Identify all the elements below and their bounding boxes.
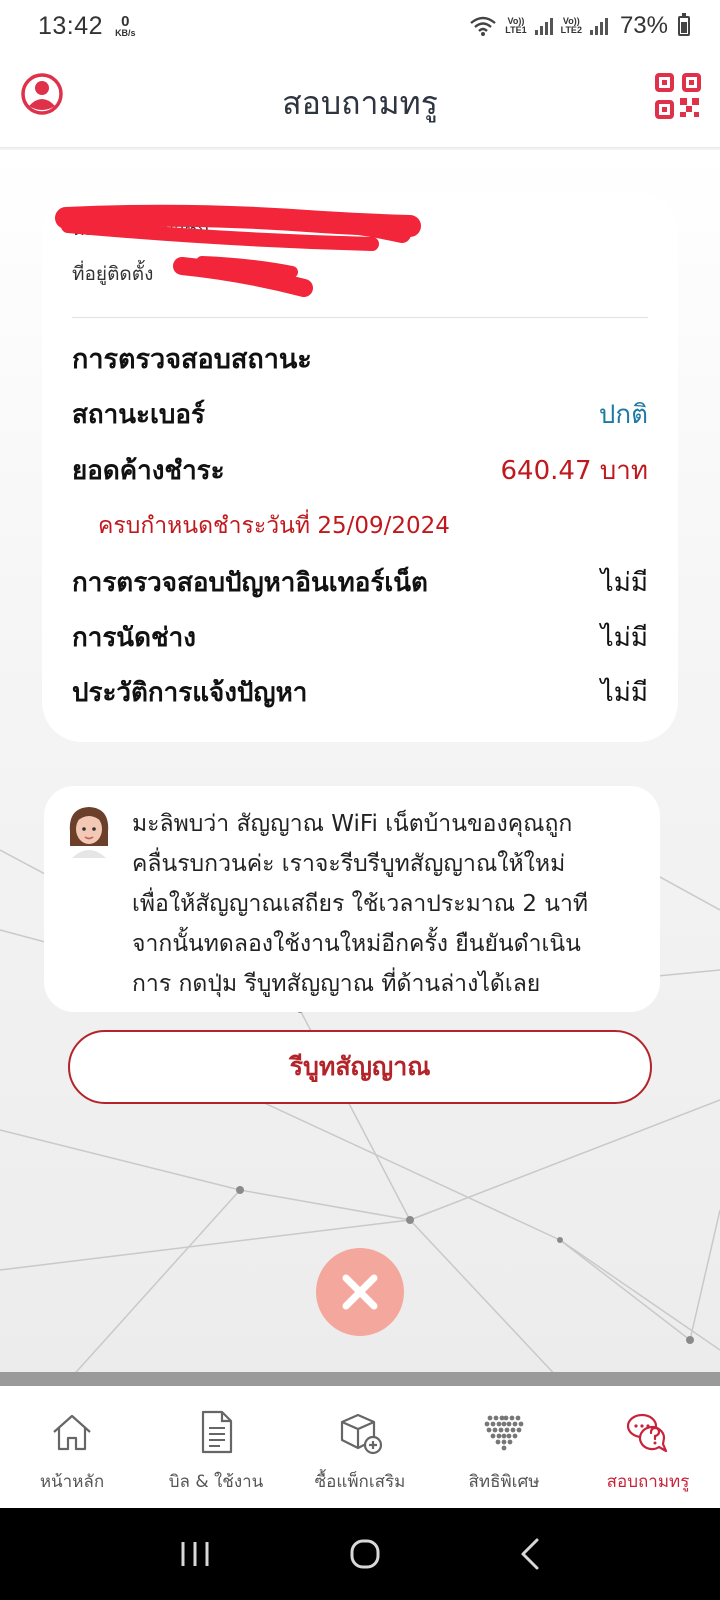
- sim1-signal-icon: [534, 17, 553, 35]
- internet-issue-row: การตรวจสอบปัญหาอินเทอร์เน็ต ไม่มี: [72, 562, 648, 603]
- wifi-icon: [470, 16, 497, 36]
- chat-question-icon: [626, 1413, 668, 1453]
- status-time: 13:42: [38, 11, 104, 40]
- number-status-label: สถานะเบอร์: [72, 400, 205, 430]
- assistant-message: มะลิพบว่า สัญญาณ WiFi เน็ตบ้านของคุณถูก …: [44, 786, 660, 1012]
- nav-home[interactable]: หน้าหลัก: [0, 1386, 144, 1508]
- system-navigation-bar: [0, 1508, 720, 1600]
- close-icon: [342, 1274, 378, 1310]
- due-date-text: ครบกำหนดชำระวันที่ 25/09/2024: [98, 513, 450, 539]
- nav-buy-package[interactable]: ซื้อแพ็กเสริม: [288, 1386, 432, 1508]
- report-history-label: ประวัติการแจ้งปัญหา: [72, 678, 308, 708]
- nav-bill-usage-label: บิล & ใช้งาน: [168, 1472, 264, 1492]
- report-history-value: ไม่มี: [600, 678, 648, 708]
- sim1-label: Vo)) LTE1: [505, 15, 527, 35]
- sheet-edge: [0, 1372, 720, 1386]
- nav-ask-true[interactable]: สอบถามทรู: [576, 1386, 720, 1508]
- nav-buy-package-label: ซื้อแพ็กเสริม: [314, 1472, 406, 1492]
- report-history-row: ประวัติการแจ้งปัญหา ไม่มี: [72, 672, 648, 713]
- message-line: คลื่นรบกวนค่ะ เราจะรีบรีบูทสัญญาณให้ใหม่: [132, 851, 566, 877]
- recent-apps-button[interactable]: [178, 1539, 212, 1569]
- nav-home-label: หน้าหลัก: [39, 1472, 105, 1492]
- nav-privileges[interactable]: สิทธิพิเศษ: [432, 1386, 576, 1508]
- outstanding-balance-label: ยอดค้างชำระ: [72, 456, 225, 486]
- assistant-avatar-icon: [69, 807, 109, 858]
- status-check-title: การตรวจสอบสถานะ: [72, 344, 312, 375]
- number-status-value: ปกติ: [598, 400, 648, 430]
- battery-icon: [678, 13, 690, 36]
- internet-issue-label: การตรวจสอบปัญหาอินเทอร์เน็ต: [72, 568, 428, 598]
- battery-percent: 73%: [619, 12, 668, 39]
- outstanding-balance-value: 640.47 บาท: [500, 456, 648, 486]
- message-line: การ กดปุ่ม รีบูทสัญญาณ ที่ด้านล่างได้เลย: [132, 971, 541, 997]
- card-divider: [72, 317, 648, 318]
- home-system-button[interactable]: [348, 1537, 382, 1571]
- home-icon: [53, 1414, 91, 1451]
- back-icon: [521, 1538, 539, 1570]
- reboot-signal-button[interactable]: รีบูทสัญญาณ: [68, 1030, 652, 1104]
- back-button[interactable]: [518, 1537, 542, 1571]
- status-icons: Vo)) LTE1 Vo)) LTE2 73%: [469, 12, 690, 40]
- nav-bill-usage[interactable]: บิล & ใช้งาน: [144, 1386, 288, 1508]
- bill-icon: [201, 1410, 233, 1454]
- nav-privileges-label: สิทธิพิเศษ: [468, 1472, 540, 1492]
- internet-issue-value: ไม่มี: [600, 568, 648, 598]
- technician-appointment-row: การนัดช่าง ไม่มี: [72, 617, 648, 658]
- privilege-heart-icon: [484, 1415, 524, 1451]
- data-rate: 0 KB/s: [115, 14, 136, 38]
- number-status-row: สถานะเบอร์ ปกติ: [72, 394, 648, 435]
- bottom-navigation: หน้าหลัก บิล & ใช้งาน ซื้อแพ็กเสริม สิทธ…: [0, 1386, 720, 1508]
- redaction-scribble: [55, 204, 421, 297]
- data-rate-value: 0: [121, 13, 130, 30]
- assistant-message-text: มะลิพบว่า สัญญาณ WiFi เน็ตบ้านของคุณถูก …: [132, 804, 652, 1004]
- page-title: สอบถามทรู: [282, 84, 438, 122]
- nav-ask-true-label: สอบถามทรู: [606, 1472, 690, 1492]
- technician-appointment-value: ไม่มี: [600, 623, 648, 653]
- message-line: เพื่อให้สัญญาณเสถียร ใช้เวลาประมาณ 2 นาท…: [132, 891, 589, 917]
- close-button[interactable]: [316, 1248, 404, 1336]
- qr-code-icon: [655, 73, 701, 119]
- sim2-signal-icon: [589, 17, 608, 35]
- system-status-bar: 13:42 0 KB/s Vo)) LTE1 Vo)) LTE2 73%: [0, 0, 720, 52]
- package-add-icon: [340, 1413, 383, 1455]
- sim2-label: Vo)) LTE2: [560, 15, 582, 35]
- home-circle-icon: [350, 1539, 380, 1569]
- status-card: หมายเลขสมาชิก ที่อยู่ติดตั้ง การตรวจสอบส…: [42, 192, 678, 742]
- data-rate-unit: KB/s: [115, 28, 136, 38]
- message-line: มะลิพบว่า สัญญาณ WiFi เน็ตบ้านของคุณถูก: [132, 811, 573, 837]
- outstanding-balance-row: ยอดค้างชำระ 640.47 บาท: [72, 450, 648, 491]
- qr-code-button[interactable]: [654, 72, 702, 120]
- message-line: จากนั้นทดลองใช้งานใหม่อีกครั้ง ยืนยันดำเ…: [132, 931, 581, 957]
- recent-apps-icon: [181, 1542, 209, 1566]
- app-header: สอบถามทรู: [0, 52, 720, 148]
- technician-appointment-label: การนัดช่าง: [72, 623, 196, 653]
